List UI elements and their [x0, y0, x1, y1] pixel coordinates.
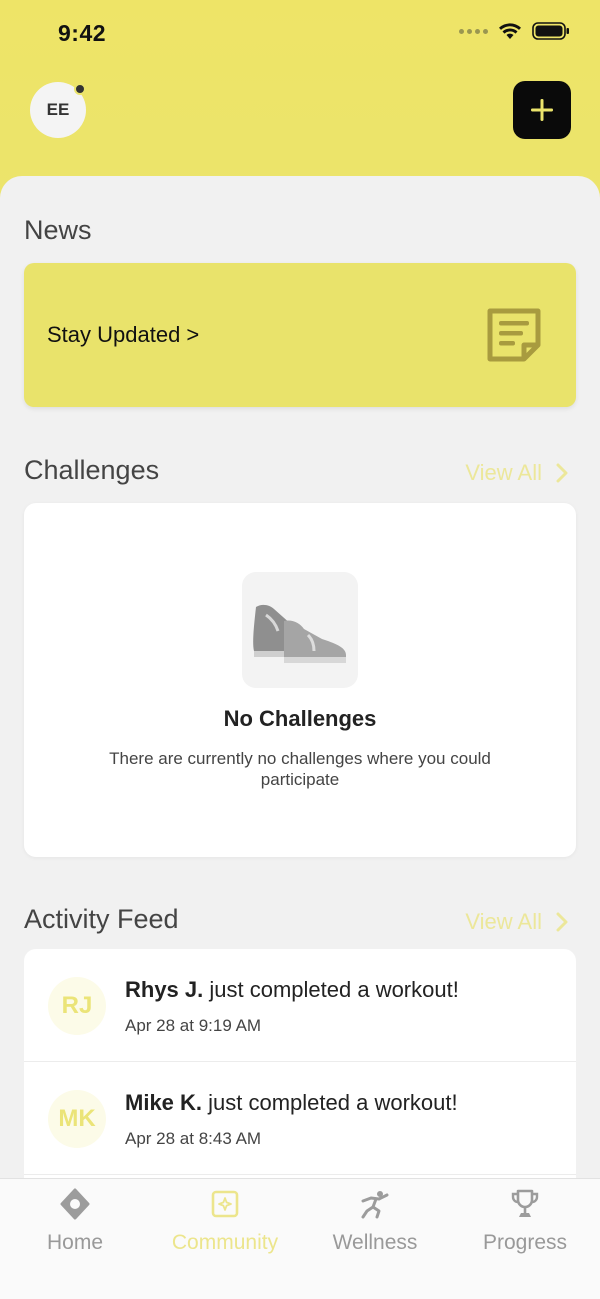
activity-feed-view-all[interactable]: View All — [465, 909, 568, 935]
feed-action: just completed a workout! — [203, 977, 459, 1002]
tab-community[interactable]: Community — [150, 1179, 300, 1269]
tab-bar: Home Community Wellness Progress — [0, 1178, 600, 1299]
tab-wellness[interactable]: Wellness — [300, 1179, 450, 1269]
tab-label: Wellness — [332, 1231, 418, 1254]
avatar-initials: EE — [46, 100, 70, 119]
challenges-card: No Challenges There are currently no cha… — [24, 503, 576, 857]
challenges-section-title: Challenges — [24, 455, 160, 485]
feed-item[interactable]: MK Mike K. just completed a workout! Apr… — [24, 1062, 576, 1175]
home-icon — [59, 1187, 91, 1221]
feed-action: just completed a workout! — [202, 1090, 458, 1115]
view-all-label: View All — [465, 460, 542, 485]
feed-item-time: Apr 28 at 8:43 AM — [125, 1129, 262, 1148]
status-bar: 9:42 — [0, 0, 600, 66]
tab-progress[interactable]: Progress — [450, 1179, 600, 1269]
empty-state-description: There are currently no challenges where … — [109, 749, 491, 789]
community-icon — [210, 1187, 240, 1221]
notepad-icon — [487, 308, 541, 362]
feed-user-name: Mike K. — [125, 1090, 203, 1115]
feed-item-time: Apr 28 at 9:19 AM — [125, 1016, 262, 1035]
battery-icon — [532, 22, 569, 40]
wellness-icon — [359, 1187, 391, 1221]
activity-feed-list: RJ Rhys J. just completed a workout! Apr… — [24, 949, 576, 1186]
feed-avatar: RJ — [48, 977, 106, 1035]
status-time: 9:42 — [58, 20, 107, 46]
chevron-right-icon — [556, 463, 568, 483]
challenges-view-all[interactable]: View All — [465, 460, 568, 486]
add-button[interactable] — [513, 81, 571, 139]
sneakers-icon — [242, 572, 358, 688]
feed-user-name: Rhys J. — [125, 977, 204, 1002]
feed-item-text: Mike K. just completed a workout! — [125, 1090, 458, 1116]
wifi-icon — [499, 23, 521, 39]
tab-label: Community — [171, 1231, 279, 1254]
chevron-right-icon — [556, 912, 568, 932]
view-all-label: View All — [465, 909, 542, 934]
feed-item-text: Rhys J. just completed a workout! — [125, 977, 459, 1003]
news-card-label: Stay Updated > — [47, 322, 200, 347]
feed-avatar: MK — [48, 1090, 106, 1148]
tab-label: Home — [46, 1231, 104, 1254]
plus-icon — [531, 99, 553, 121]
main-content: News Stay Updated > Challenges View All — [0, 176, 600, 1186]
empty-state-title: No Challenges — [223, 706, 377, 731]
tab-label: Progress — [482, 1231, 568, 1254]
trophy-icon — [509, 1187, 541, 1221]
feed-item[interactable]: RJ Rhys J. just completed a workout! Apr… — [24, 949, 576, 1062]
notification-dot — [74, 83, 86, 95]
tab-home[interactable]: Home — [0, 1179, 150, 1269]
news-card[interactable]: Stay Updated > — [24, 263, 576, 407]
signal-icon — [459, 28, 488, 34]
status-icons — [459, 22, 570, 40]
news-section-title: News — [24, 215, 92, 245]
activity-feed-section-title: Activity Feed — [24, 904, 179, 934]
